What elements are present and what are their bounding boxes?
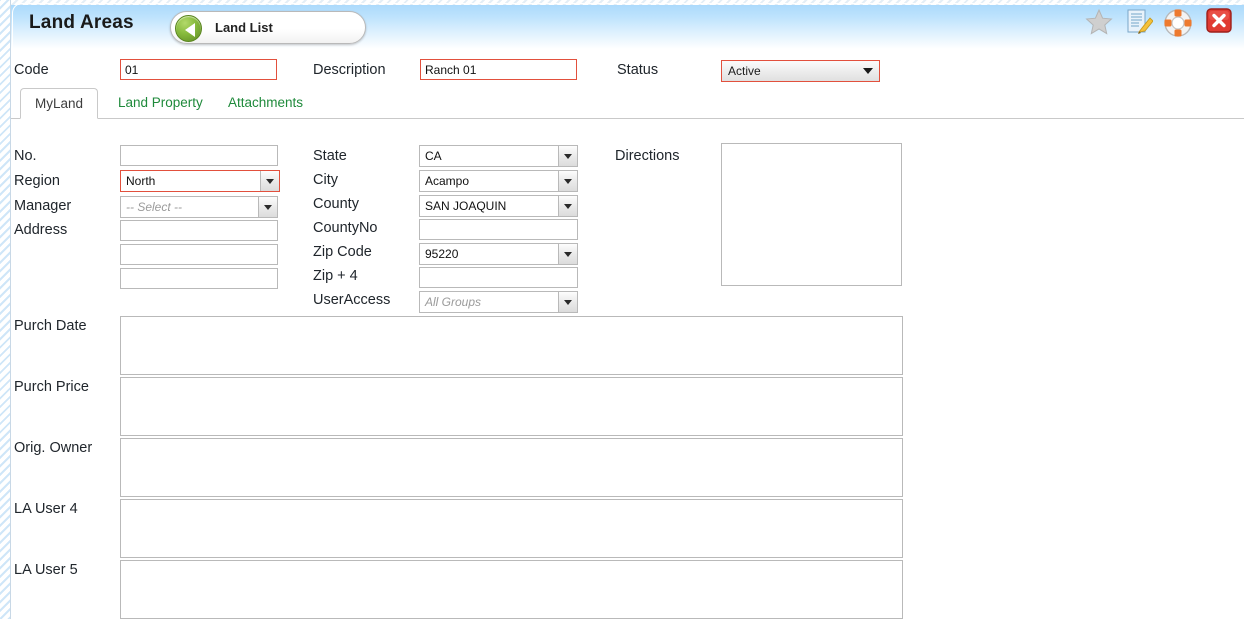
state-label: State — [313, 148, 347, 164]
chevron-down-icon — [558, 292, 577, 312]
land-list-back-button[interactable]: Land List — [170, 11, 366, 44]
useraccess-select[interactable]: All Groups — [419, 291, 578, 313]
orig-owner-textarea[interactable] — [120, 438, 903, 497]
window-header: Land Areas Land List — [0, 0, 1244, 50]
city-label: City — [313, 172, 338, 188]
star-icon[interactable] — [1085, 8, 1113, 36]
orig-owner-label: Orig. Owner — [14, 440, 93, 456]
countyno-label: CountyNo — [313, 220, 378, 236]
tab-land-property[interactable]: Land Property — [104, 88, 217, 119]
left-edge-stripe — [0, 0, 10, 619]
zipcode-select-value: 95220 — [425, 247, 459, 261]
state-select-value: CA — [425, 149, 442, 163]
chevron-down-icon — [260, 171, 279, 191]
address-label: Address — [14, 222, 68, 238]
city-select[interactable]: Acampo — [419, 170, 578, 192]
manager-select[interactable]: -- Select -- — [120, 196, 278, 218]
county-select-value: SAN JOAQUIN — [425, 199, 507, 213]
zipcode-select[interactable]: 95220 — [419, 243, 578, 265]
chevron-down-icon — [558, 146, 577, 166]
address-line3-input[interactable] — [120, 268, 278, 289]
status-select[interactable]: Active — [721, 60, 880, 82]
notes-icon[interactable] — [1125, 8, 1153, 38]
status-label: Status — [617, 62, 659, 78]
tab-attachments-label: Attachments — [228, 95, 304, 110]
region-label: Region — [14, 173, 60, 189]
chevron-down-icon — [857, 68, 879, 74]
no-input[interactable] — [120, 145, 278, 166]
chevron-down-icon — [558, 196, 577, 216]
countyno-input[interactable] — [419, 219, 578, 240]
purch-price-label: Purch Price — [14, 379, 89, 395]
code-input[interactable] — [120, 59, 277, 80]
la-user-4-label: LA User 4 — [14, 501, 78, 517]
zipplus4-input[interactable] — [419, 267, 578, 288]
description-label: Description — [313, 62, 386, 78]
no-label: No. — [14, 148, 37, 164]
left-edge-line — [10, 0, 11, 619]
tab-attachments[interactable]: Attachments — [214, 88, 317, 119]
page-title: Land Areas — [29, 12, 134, 33]
useraccess-label: UserAccess — [313, 292, 391, 308]
code-label: Code — [14, 62, 49, 78]
directions-label: Directions — [615, 148, 680, 164]
purch-price-textarea[interactable] — [120, 377, 903, 436]
region-select[interactable]: North — [120, 170, 280, 192]
la-user-5-label: LA User 5 — [14, 562, 78, 578]
chevron-down-icon — [558, 171, 577, 191]
county-label: County — [313, 196, 359, 212]
useraccess-select-value: All Groups — [425, 295, 482, 309]
city-select-value: Acampo — [425, 174, 470, 188]
la-user-5-textarea[interactable] — [120, 560, 903, 619]
directions-textarea[interactable] — [721, 143, 902, 286]
purch-date-label: Purch Date — [14, 318, 87, 334]
zipplus4-label: Zip + 4 — [313, 268, 358, 284]
back-arrow-icon — [175, 15, 202, 42]
county-select[interactable]: SAN JOAQUIN — [419, 195, 578, 217]
tab-underline — [11, 118, 1244, 119]
close-icon[interactable] — [1205, 8, 1233, 34]
zipcode-label: Zip Code — [313, 244, 372, 260]
region-select-value: North — [126, 174, 156, 188]
la-user-4-textarea[interactable] — [120, 499, 903, 558]
tab-myland[interactable]: MyLand — [20, 88, 99, 119]
state-select[interactable]: CA — [419, 145, 578, 167]
land-list-back-label: Land List — [215, 20, 273, 35]
help-icon[interactable] — [1163, 8, 1193, 38]
status-select-value: Active — [728, 64, 761, 78]
purch-date-textarea[interactable] — [120, 316, 903, 375]
land-areas-window: Land Areas Land List Code 01 Description… — [0, 0, 1244, 619]
manager-select-value: -- Select -- — [126, 200, 183, 214]
address-line2-input[interactable] — [120, 244, 278, 265]
tab-bar: MyLand Land Property Attachments — [11, 88, 1244, 119]
tab-land-property-label: Land Property — [118, 95, 203, 110]
address-line1-input[interactable] — [120, 220, 278, 241]
chevron-down-icon — [558, 244, 577, 264]
manager-label: Manager — [14, 198, 72, 214]
description-input[interactable] — [420, 59, 577, 80]
tab-myland-label: MyLand — [35, 96, 84, 111]
chevron-down-icon — [258, 197, 277, 217]
